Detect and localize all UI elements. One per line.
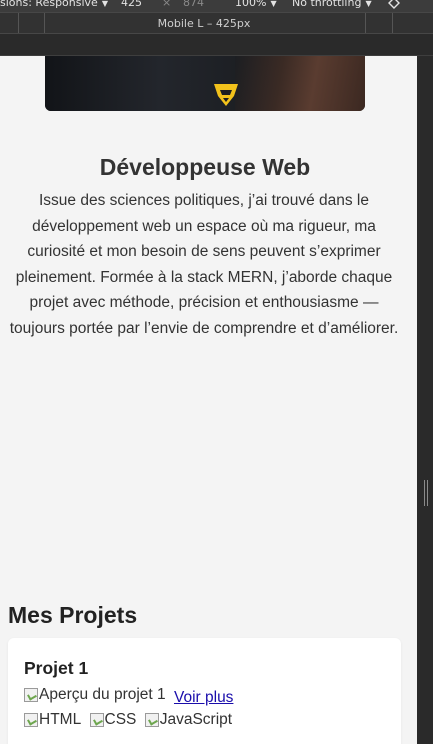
tech-label-javascript: JavaScript xyxy=(159,711,233,728)
photo-hair-area xyxy=(235,56,365,111)
throttling-dropdown[interactable]: No throttling ▼ xyxy=(292,0,372,9)
tech-image-css: CSS xyxy=(89,711,137,729)
dimensions-label: sions: Responsive xyxy=(0,0,98,9)
times-sign: × xyxy=(162,0,172,9)
width-input[interactable]: 425 xyxy=(121,0,142,9)
project-title: Projet 1 xyxy=(24,658,89,678)
view-more-link[interactable]: Voir plus xyxy=(174,689,233,706)
project-card: Projet 1 Aperçu du projet 1 Voir plus HT… xyxy=(8,638,401,744)
chevron-down-icon: ▼ xyxy=(365,0,372,8)
resize-handle[interactable] xyxy=(424,480,428,506)
broken-image-icon xyxy=(89,713,104,727)
project-preview-row: Aperçu du projet 1 Voir plus xyxy=(24,686,233,707)
dimensions-dropdown[interactable]: sions: Responsive ▼ xyxy=(0,0,108,9)
devtools-device-toolbar: sions: Responsive ▼ 425 × 874 100% ▼ No th… xyxy=(0,0,433,12)
chevron-down-icon: ▼ xyxy=(270,0,277,8)
ruler-bar xyxy=(0,34,433,56)
tech-stack-row: HTML CSS JavaScript xyxy=(24,711,232,732)
device-preset-label[interactable]: Mobile L – 425px xyxy=(0,17,408,30)
projects-section-title: Mes Projets xyxy=(8,602,138,628)
throttling-label: No throttling xyxy=(292,0,362,9)
profile-photo xyxy=(45,56,365,111)
height-input[interactable]: 874 xyxy=(183,0,204,9)
project-preview-image: Aperçu du projet 1 xyxy=(24,686,166,704)
broken-image-icon xyxy=(144,713,159,727)
tech-label-css: CSS xyxy=(104,711,137,728)
zoom-label: 100% xyxy=(235,0,267,9)
chevron-down-icon: ▼ xyxy=(101,0,108,8)
tech-image-html: HTML xyxy=(24,711,81,729)
viewport-resize-gutter xyxy=(417,56,433,744)
jacket-logo-icon xyxy=(214,84,238,106)
project-preview-alt: Aperçu du projet 1 xyxy=(39,686,166,703)
rotate-icon[interactable] xyxy=(386,0,402,12)
broken-image-icon xyxy=(24,713,38,727)
tech-image-javascript: JavaScript xyxy=(144,711,233,729)
media-query-bar: Mobile L – 425px xyxy=(0,12,433,34)
role-title: Développeuse Web xyxy=(99,154,311,180)
page-viewport: Développeuse Web Issue des sciences poli… xyxy=(0,56,417,744)
tech-label-html: HTML xyxy=(39,711,82,728)
broken-image-icon xyxy=(24,688,38,702)
zoom-dropdown[interactable]: 100% ▼ xyxy=(235,0,277,9)
bio-paragraph: Issue des sciences politiques, j’ai trou… xyxy=(9,192,399,337)
